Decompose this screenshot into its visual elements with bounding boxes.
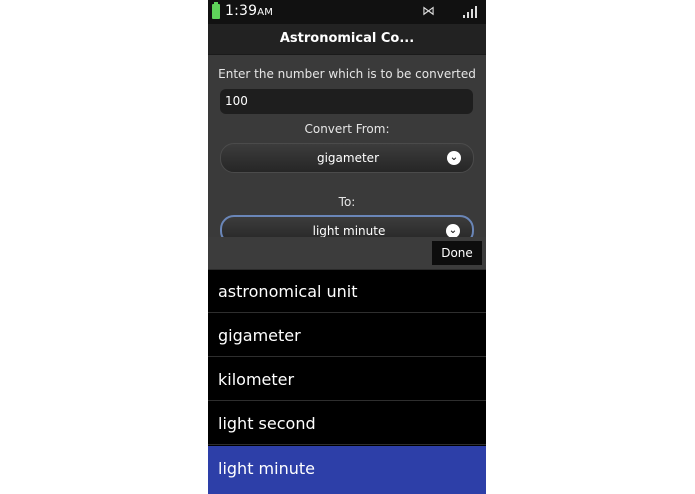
number-prompt: Enter the number which is to be converte…: [218, 67, 476, 81]
list-item-selected[interactable]: light minute: [208, 446, 486, 494]
list-item[interactable]: kilometer: [208, 358, 486, 401]
convert-from-value: gigameter: [316, 151, 379, 165]
time-value: 1:39: [225, 3, 258, 19]
convert-from-label: Convert From:: [304, 122, 390, 136]
chevron-down-icon: ⌄: [446, 224, 460, 238]
number-input[interactable]: 100: [220, 89, 473, 114]
list-item[interactable]: gigameter: [208, 314, 486, 357]
convert-from-select[interactable]: gigameter ⌄: [220, 143, 474, 173]
convert-to-label: To:: [338, 195, 356, 209]
list-item[interactable]: astronomical unit: [208, 270, 486, 313]
bluetooth-icon: ⋈: [422, 4, 435, 19]
chevron-down-icon: ⌄: [447, 151, 461, 165]
picker-toolbar: Done: [208, 237, 486, 269]
battery-icon: [212, 2, 220, 19]
list-item[interactable]: light second: [208, 402, 486, 445]
convert-to-value: light minute: [312, 224, 386, 238]
page-title: Astronomical Co...: [279, 31, 415, 46]
converter-form: Enter the number which is to be converte…: [208, 55, 486, 245]
done-button[interactable]: Done: [432, 241, 482, 265]
title-bar: Astronomical Co...: [208, 24, 486, 55]
unit-picker-list: astronomical unit gigameter kilometer li…: [208, 270, 486, 494]
status-time: 1:39AM: [225, 3, 273, 19]
phone-screen: 1:39AM ⋈ Astronomical Co... Enter the nu…: [208, 0, 486, 494]
signal-icon: [463, 6, 479, 18]
status-bar: 1:39AM ⋈: [208, 0, 486, 24]
time-ampm: AM: [257, 7, 274, 18]
